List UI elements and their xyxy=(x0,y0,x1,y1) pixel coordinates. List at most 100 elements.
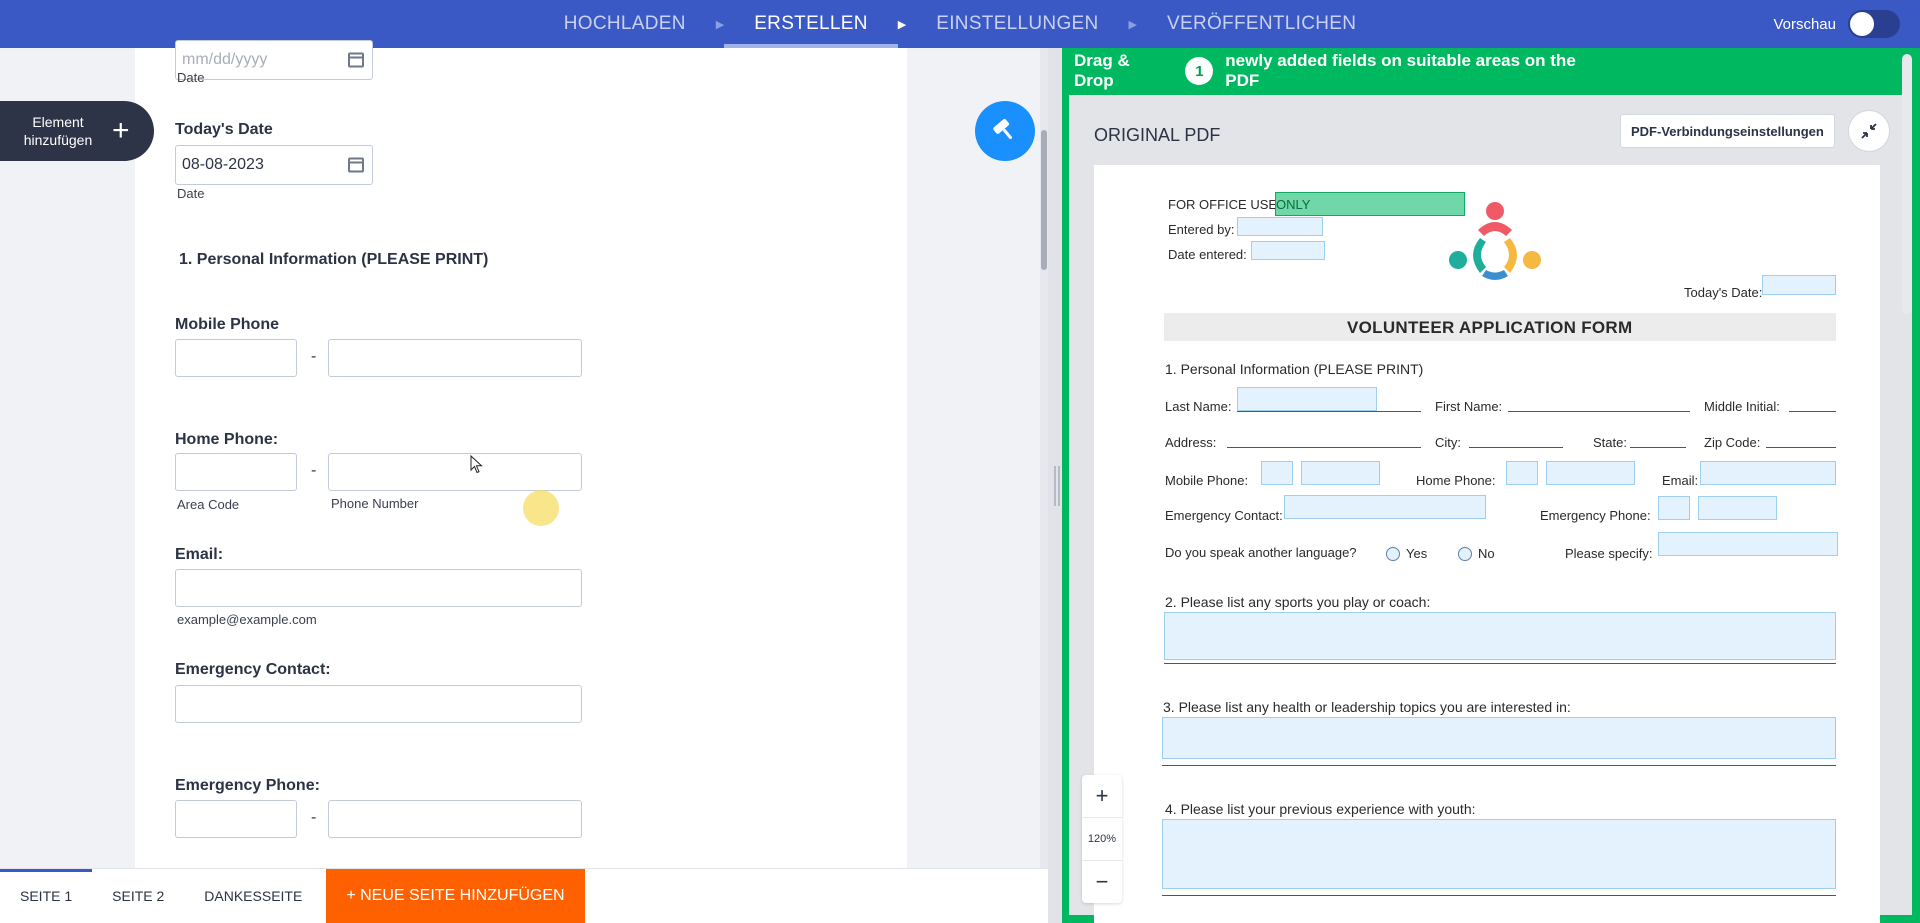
topics-field[interactable] xyxy=(1162,717,1836,759)
office-use-label: FOR OFFICE USE xyxy=(1168,197,1278,212)
collapse-button[interactable] xyxy=(1848,110,1890,152)
date-entered-label: Date entered: xyxy=(1168,247,1247,262)
emergency-area-input[interactable] xyxy=(175,800,297,838)
emergency-area-pdf-field[interactable] xyxy=(1658,496,1690,520)
sports-field[interactable] xyxy=(1164,612,1836,660)
todays-date-input[interactable]: 08-08-2023 xyxy=(175,145,373,185)
zoom-level: 120% xyxy=(1082,817,1122,861)
office-only-label: ONLY xyxy=(1276,197,1311,212)
home-number-pdf-field[interactable] xyxy=(1546,461,1635,485)
experience-field[interactable] xyxy=(1162,819,1836,889)
add-new-page-button[interactable]: + NEUE SEITE HINZUFÜGEN xyxy=(326,868,585,923)
form-scrollbar-thumb[interactable] xyxy=(1041,130,1047,270)
pdf-connection-settings-button[interactable]: PDF-Verbindungseinstellungen xyxy=(1620,114,1835,148)
emergency-number-pdf-field[interactable] xyxy=(1698,496,1777,520)
todays-date-sublabel: Date xyxy=(177,186,205,201)
no-label: No xyxy=(1478,546,1495,561)
zip-line xyxy=(1766,447,1836,448)
entered-by-field[interactable] xyxy=(1237,217,1323,236)
zoom-out-button[interactable]: − xyxy=(1082,861,1122,903)
q4-label: 4. Please list your previous experience … xyxy=(1165,801,1476,817)
plus-icon: + xyxy=(112,114,130,147)
phone-number-sublabel: Phone Number xyxy=(331,496,419,511)
last-name-field[interactable] xyxy=(1237,387,1377,411)
home-phone-pdf-label: Home Phone: xyxy=(1416,473,1496,488)
new-field-placeholder[interactable]: ONLY xyxy=(1275,192,1465,216)
no-radio[interactable] xyxy=(1458,547,1472,561)
banner-suffix: newly added fields on suitable areas on … xyxy=(1225,51,1576,90)
tab-seite-2[interactable]: SEITE 2 xyxy=(92,869,184,923)
step-label: HOCHLADEN xyxy=(563,13,686,34)
todays-date-value: 08-08-2023 xyxy=(182,156,264,173)
tab-label: SEITE 1 xyxy=(20,888,73,904)
step-label: EINSTELLUNGEN xyxy=(936,13,1099,34)
chevron-right-icon: ▶ xyxy=(1128,18,1137,31)
collapse-arrows-icon xyxy=(1861,123,1877,139)
area-code-sublabel: Area Code xyxy=(177,497,240,512)
emergency-contact-input[interactable] xyxy=(175,685,582,723)
step-erstellen[interactable]: ERSTELLEN xyxy=(724,0,898,48)
form-title: VOLUNTEER APPLICATION FORM xyxy=(1347,318,1633,337)
emergency-contact-pdf-field[interactable] xyxy=(1284,495,1486,519)
todays-date-pdf-label: Today's Date: xyxy=(1684,285,1763,300)
middle-initial-label: Middle Initial: xyxy=(1704,399,1780,414)
form-canvas: mm/dd/yyyy Date Today's Date 08-08-2023 … xyxy=(135,40,907,868)
preview-control: Vorschau xyxy=(1773,0,1900,48)
banner-prefix: Drag & Drop xyxy=(1074,51,1130,90)
mouse-cursor-icon xyxy=(470,455,483,474)
drag-drop-banner: Drag & Drop 1 newly added fields on suit… xyxy=(1062,48,1612,94)
add-new-page-label: + NEUE SEITE HINZUFÜGEN xyxy=(346,887,565,904)
preview-toggle[interactable] xyxy=(1848,10,1900,38)
emergency-phone-label: Emergency Phone: xyxy=(175,777,320,794)
step-veroeffentlichen[interactable]: VERÖFFENTLICHEN xyxy=(1137,0,1386,48)
email-pdf-label: Email: xyxy=(1662,473,1699,488)
chevron-right-icon: ▶ xyxy=(715,18,725,31)
mobile-area-input[interactable] xyxy=(175,339,297,377)
phone-dash: - xyxy=(311,462,317,479)
middle-initial-line xyxy=(1789,411,1836,412)
tab-label: DANKESSEITE xyxy=(204,888,303,904)
chevron-right-icon: ▶ xyxy=(897,18,907,31)
add-element-button[interactable]: Element hinzufügen + xyxy=(0,101,154,161)
zoom-in-button[interactable]: + xyxy=(1082,775,1122,817)
email-input[interactable] xyxy=(175,569,582,607)
calendar-icon[interactable] xyxy=(348,157,364,173)
please-specify-field[interactable] xyxy=(1658,532,1838,556)
yes-radio[interactable] xyxy=(1386,547,1400,561)
date-entered-field[interactable] xyxy=(1251,241,1325,260)
zoom-control: + 120% − xyxy=(1082,775,1122,903)
todays-date-pdf-field[interactable] xyxy=(1762,275,1836,295)
home-area-pdf-field[interactable] xyxy=(1506,461,1538,485)
original-pdf-title: ORIGINAL PDF xyxy=(1094,125,1221,145)
home-phone-label: Home Phone: xyxy=(175,431,279,448)
tab-seite-1[interactable]: SEITE 1 xyxy=(0,868,93,923)
step-einstellungen[interactable]: EINSTELLUNGEN xyxy=(906,0,1128,48)
form-designer-button[interactable] xyxy=(975,101,1035,161)
pdf-scrollbar[interactable] xyxy=(1902,54,1912,314)
address-label: Address: xyxy=(1165,435,1217,450)
emergency-number-input[interactable] xyxy=(328,800,582,838)
home-area-input[interactable] xyxy=(175,453,297,491)
step-hochladen[interactable]: HOCHLADEN xyxy=(534,0,716,48)
yes-label: Yes xyxy=(1406,546,1428,561)
page-tabs: SEITE 1 SEITE 2 DANKESSEITE + NEUE SEITE… xyxy=(0,868,1048,923)
email-label: Email: xyxy=(175,546,224,563)
tab-dankesseite[interactable]: DANKESSEITE xyxy=(184,869,322,923)
step-label: ERSTELLEN xyxy=(754,13,868,34)
add-element-label: Element hinzufügen xyxy=(23,114,93,148)
date-input-top[interactable]: mm/dd/yyyy xyxy=(175,40,373,80)
calendar-icon[interactable] xyxy=(348,52,364,68)
mobile-number-input[interactable] xyxy=(328,339,582,377)
mobile-number-pdf-field[interactable] xyxy=(1301,461,1380,485)
volunteer-logo xyxy=(1449,202,1541,280)
date-sublabel: Date xyxy=(177,70,205,85)
zip-label: Zip Code: xyxy=(1704,435,1761,450)
phone-dash: - xyxy=(311,348,317,365)
paint-roller-icon xyxy=(993,119,1012,140)
phone-dash: - xyxy=(311,809,317,826)
mobile-area-pdf-field[interactable] xyxy=(1261,461,1293,485)
email-pdf-field[interactable] xyxy=(1700,461,1836,485)
home-number-input[interactable] xyxy=(328,453,582,491)
experience-line xyxy=(1162,895,1836,896)
email-sublabel: example@example.com xyxy=(177,612,317,627)
